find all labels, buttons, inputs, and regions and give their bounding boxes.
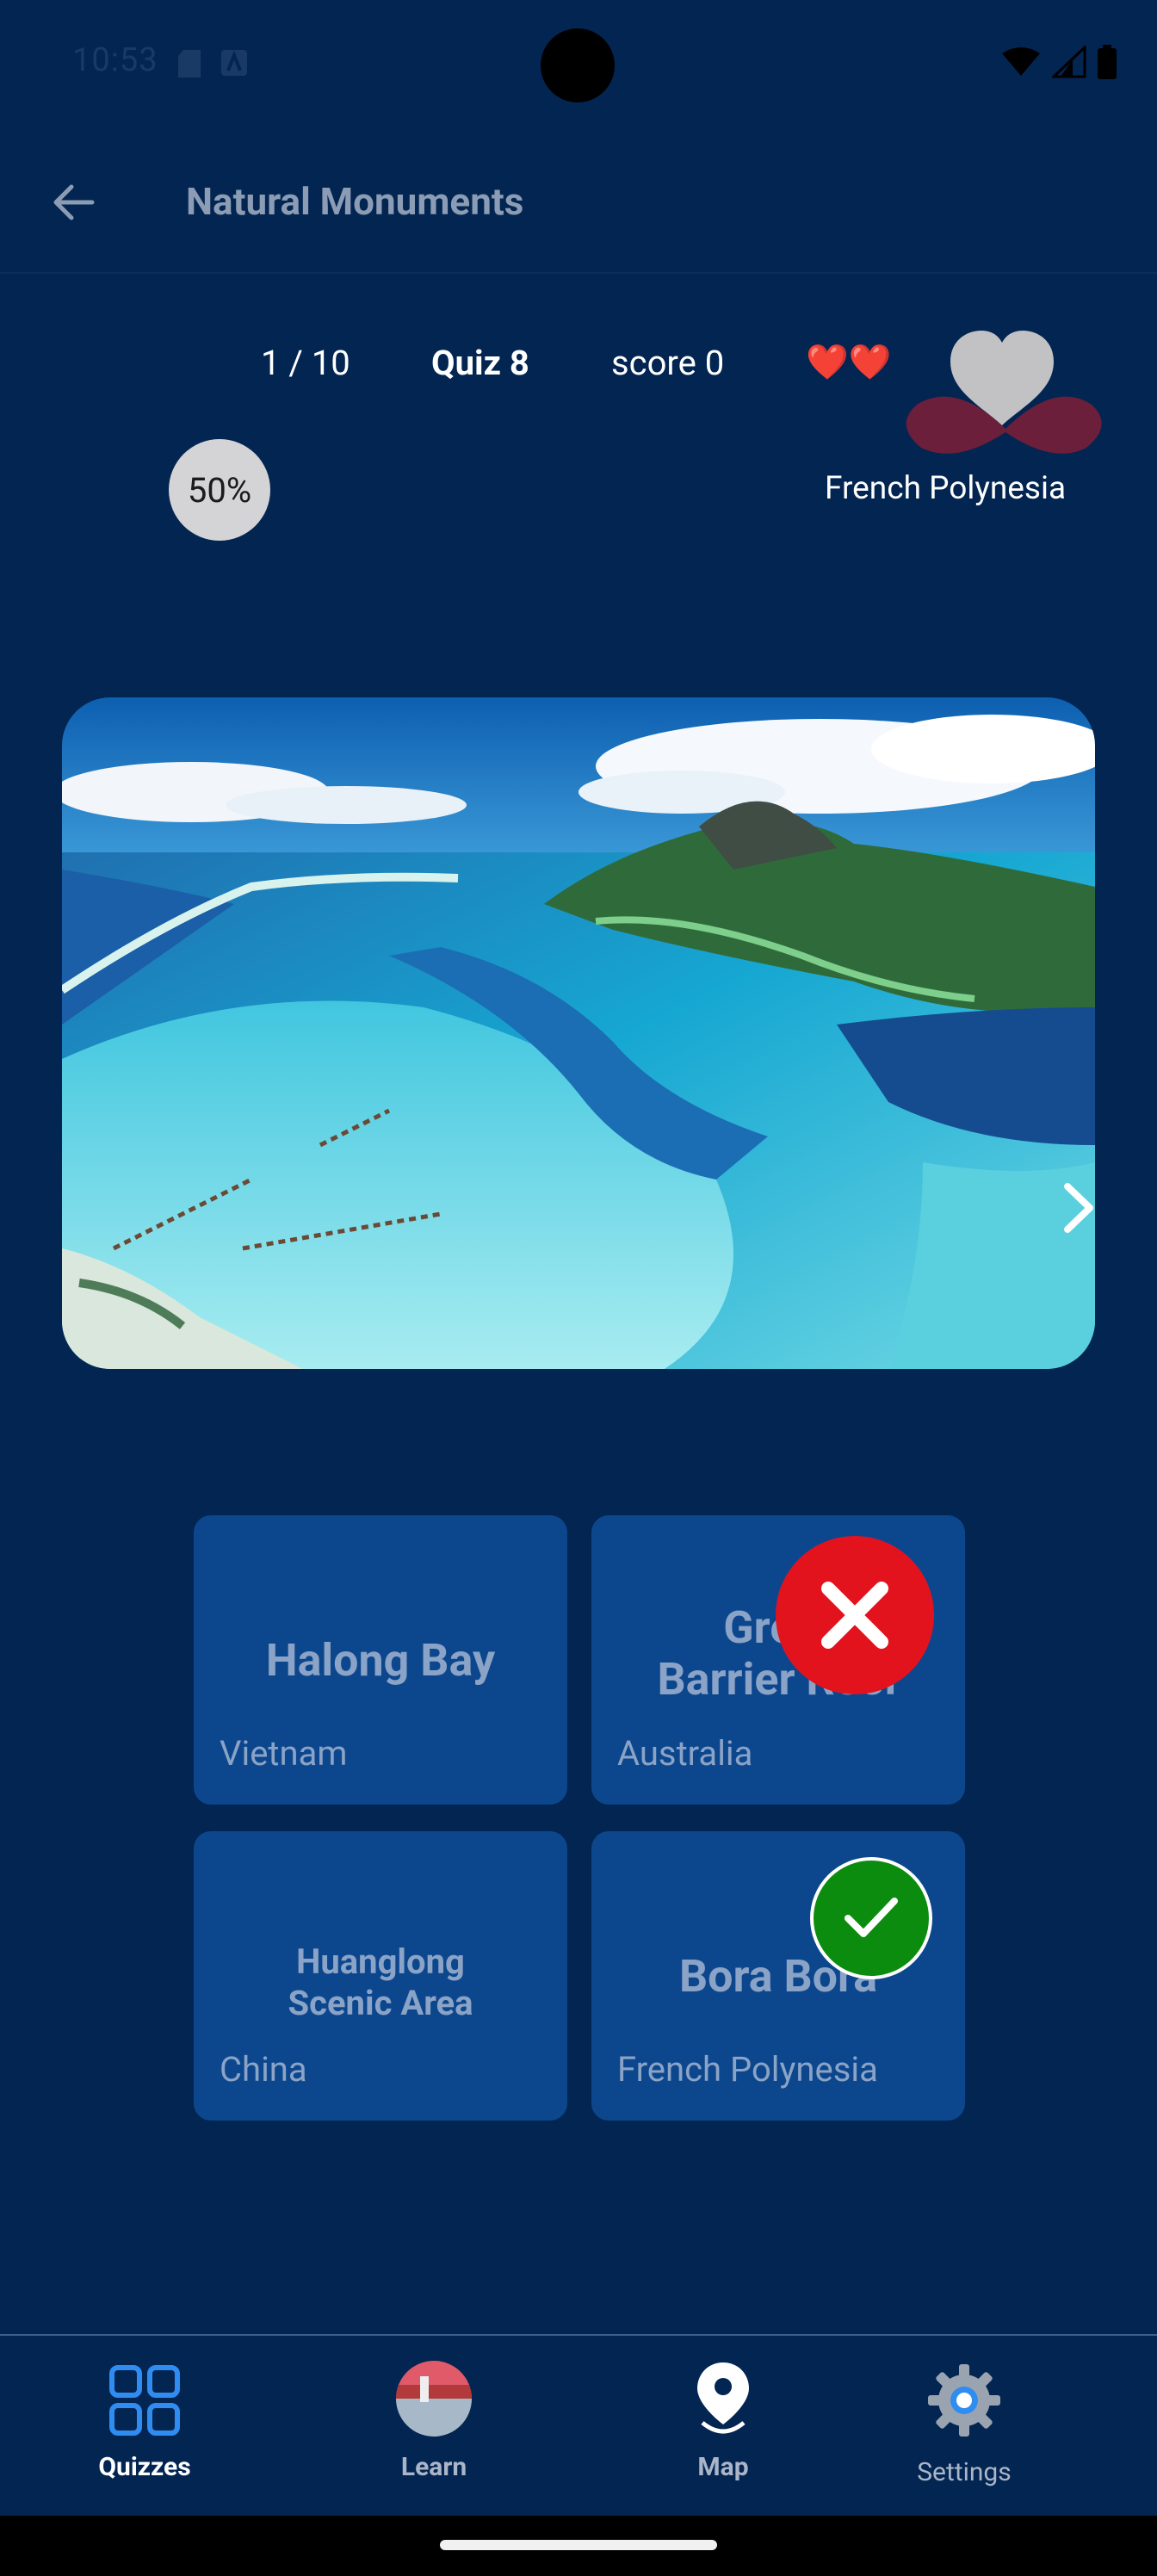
question-progress: 1 / 10 bbox=[261, 343, 350, 383]
page-title: Natural Monuments bbox=[186, 179, 524, 224]
status-time: 10:53 bbox=[72, 41, 158, 79]
nav-label-map: Map bbox=[697, 2452, 749, 2482]
answer-country: Vietnam bbox=[220, 1733, 348, 1774]
nav-quizzes[interactable]: Quizzes bbox=[50, 2359, 239, 2505]
quiz-photo bbox=[62, 697, 1095, 1369]
answer-country: French Polynesia bbox=[617, 2049, 878, 2090]
answer-card-great-barrier-reef[interactable]: Great Barrier Reef Australia bbox=[591, 1515, 965, 1805]
favorite-button[interactable] bbox=[895, 319, 1111, 465]
nav-label-settings: Settings bbox=[917, 2457, 1012, 2487]
next-photo-button[interactable] bbox=[1052, 1178, 1104, 1238]
chevron-right-icon bbox=[1064, 1183, 1093, 1233]
quiz-name: Quiz 8 bbox=[431, 343, 529, 383]
correct-answer-badge bbox=[810, 1857, 932, 1979]
arrow-left-icon bbox=[53, 184, 95, 220]
map-pin-icon bbox=[697, 2362, 749, 2434]
heart-icon bbox=[906, 331, 1102, 454]
status-notification-icons bbox=[176, 48, 249, 79]
home-gesture-handle[interactable] bbox=[440, 2540, 717, 2550]
back-button[interactable] bbox=[43, 172, 103, 232]
sd-card-icon bbox=[178, 50, 201, 77]
status-system-icons bbox=[1000, 45, 1117, 79]
nav-learn[interactable]: Learn bbox=[339, 2359, 529, 2505]
app-notification-icon bbox=[221, 50, 247, 76]
fifty-fifty-button[interactable]: 50% bbox=[169, 439, 270, 541]
answer-card-huanglong[interactable]: Huanglong Scenic Area China bbox=[194, 1831, 567, 2121]
answer-card-halong-bay[interactable]: Halong Bay Vietnam bbox=[194, 1515, 567, 1805]
nav-map[interactable]: Map bbox=[628, 2359, 818, 2505]
answer-country: Australia bbox=[617, 1733, 753, 1774]
battery-icon bbox=[1098, 45, 1117, 79]
answer-hint-label: French Polynesia bbox=[825, 470, 1067, 507]
check-icon bbox=[845, 1898, 898, 1937]
camera-cutout bbox=[541, 28, 615, 102]
score-label: score 0 bbox=[611, 343, 725, 383]
app-bar-divider bbox=[0, 272, 1157, 274]
photo-thumbnail-icon bbox=[396, 2361, 472, 2437]
nav-label-learn: Learn bbox=[400, 2452, 467, 2482]
wifi-icon bbox=[1002, 47, 1040, 76]
answer-title: Halong Bay bbox=[265, 1634, 496, 1687]
answer-title-line1: Huanglong bbox=[296, 1941, 465, 1982]
answer-title-line2: Scenic Area bbox=[288, 1983, 473, 2023]
close-icon bbox=[821, 1582, 888, 1649]
answer-card-bora-bora[interactable]: Bora Bora French Polynesia bbox=[591, 1831, 965, 2121]
gear-icon bbox=[928, 2364, 1000, 2437]
lives-hearts: ❤️❤️ bbox=[806, 342, 892, 382]
signal-icon bbox=[1052, 46, 1086, 78]
nav-label-quizzes: Quizzes bbox=[98, 2452, 191, 2482]
grid-icon bbox=[109, 2365, 180, 2436]
answer-country: China bbox=[220, 2049, 307, 2090]
wrong-answer-badge bbox=[776, 1536, 934, 1694]
nav-settings[interactable]: Settings bbox=[869, 2359, 1059, 2505]
